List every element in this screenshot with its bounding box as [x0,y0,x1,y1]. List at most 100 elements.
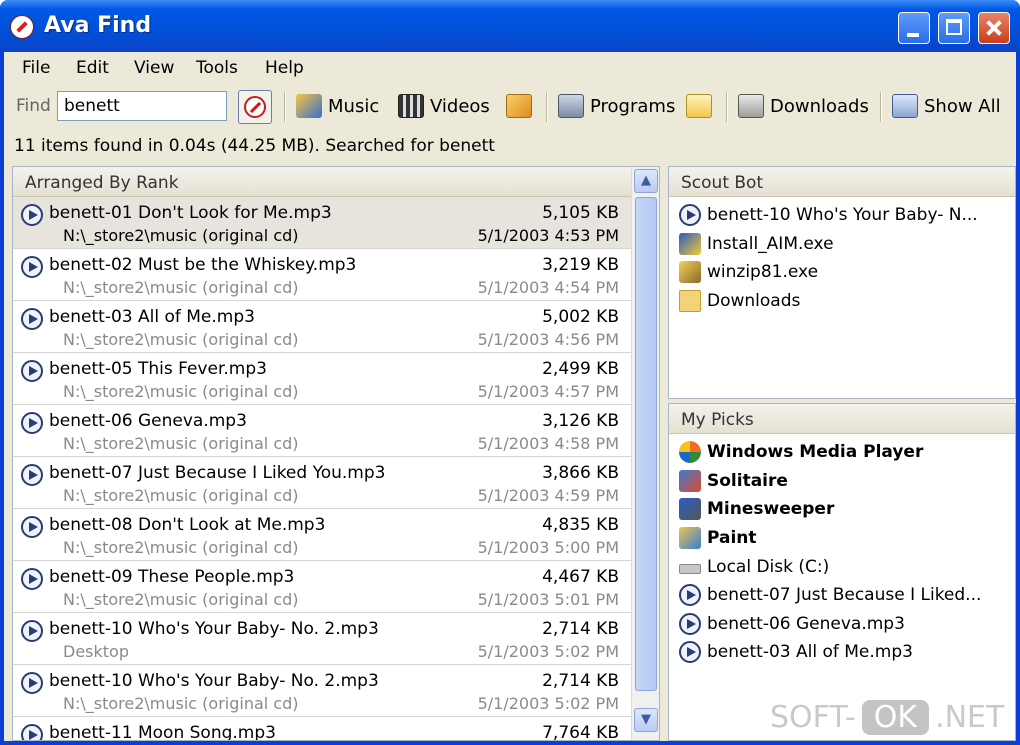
search-status: 11 items found in 0.04s (44.25 MB). Sear… [14,136,495,156]
table-row[interactable]: benett-03 All of Me.mp3 5,002 KB N:\_sto… [13,301,631,353]
find-label: Find [16,96,51,116]
file-path: N:\_store2\music (original cd) [63,538,299,557]
list-item[interactable]: Paint [669,524,1015,553]
file-path: N:\_store2\music (original cd) [63,330,299,349]
list-item[interactable]: benett-06 Geneva.mp3 [669,610,1015,639]
file-date: 5/1/2003 5:02 PM [477,642,619,661]
window-title: Ava Find [44,13,152,38]
file-size: 3,126 KB [542,411,619,431]
my-picks-list: Windows Media Player Solitaire Minesweep… [669,438,1015,667]
close-button[interactable] [978,12,1010,44]
menu-view[interactable]: View [134,58,174,78]
file-size: 3,866 KB [542,463,619,483]
table-row[interactable]: benett-11 Moon Song.mp3 7,764 KB [13,717,631,741]
list-item-label: winzip81.exe [707,262,819,283]
my-picks-header: My Picks [669,404,1015,434]
file-name: benett-07 Just Because I Liked You.mp3 [49,463,386,483]
list-item[interactable]: Local Disk (C:) [669,552,1015,581]
downloads-button[interactable]: Downloads [738,94,869,118]
table-row[interactable]: benett-07 Just Because I Liked You.mp3 3… [13,457,631,509]
list-item[interactable]: benett-03 All of Me.mp3 [669,638,1015,667]
toolbar: Find Music Videos Programs [4,84,1016,128]
menu-edit[interactable]: Edit [76,58,109,78]
winzip-icon [679,261,701,284]
file-path: N:\_store2\music (original cd) [63,382,299,401]
paint-icon [679,527,701,550]
list-item[interactable]: winzip81.exe [669,258,1015,287]
images-icon [506,94,532,118]
media-file-icon [21,672,43,694]
file-size: 4,467 KB [542,567,619,587]
file-size: 2,499 KB [542,359,619,379]
list-item-label: Minesweeper [707,499,835,520]
watermark-right: .NET [935,700,1005,735]
music-button[interactable]: Music [296,94,379,118]
app-window: Ava Find File Edit View Tools Help Find … [0,0,1020,745]
scroll-thumb[interactable] [635,197,657,691]
list-item-label: benett-10 Who's Your Baby- N... [707,205,978,226]
list-item[interactable]: Minesweeper [669,495,1015,524]
file-name: benett-02 Must be the Whiskey.mp3 [49,255,357,275]
images-button[interactable] [506,94,538,118]
table-row[interactable]: benett-05 This Fever.mp3 2,499 KB N:\_st… [13,353,631,405]
menu-tools[interactable]: Tools [196,58,238,78]
folder-icon [679,290,701,313]
watermark-ok: OK [861,700,930,735]
file-path: N:\_store2\music (original cd) [63,694,299,713]
file-date: 5/1/2003 5:00 PM [477,538,619,557]
media-file-icon [21,308,43,330]
watermark: SOFT- OK .NET [770,700,1004,735]
documents-icon [686,94,712,118]
file-size: 4,835 KB [542,515,619,535]
scroll-up-icon[interactable]: ▲ [634,169,658,193]
music-icon [296,94,322,118]
table-row[interactable]: benett-08 Don't Look at Me.mp3 4,835 KB … [13,509,631,561]
installer-icon [679,232,701,255]
minimize-button[interactable] [898,12,930,44]
list-item-label: Downloads [707,291,801,312]
documents-button[interactable] [686,94,718,118]
search-input[interactable] [57,91,227,121]
list-item[interactable]: Windows Media Player [669,438,1015,467]
list-item[interactable]: Install_AIM.exe [669,230,1015,259]
table-row[interactable]: benett-02 Must be the Whiskey.mp3 3,219 … [13,249,631,301]
table-row[interactable]: benett-06 Geneva.mp3 3,126 KB N:\_store2… [13,405,631,457]
search-go-button[interactable] [238,90,272,124]
table-row[interactable]: benett-10 Who's Your Baby- No. 2.mp3 2,7… [13,665,631,717]
videos-icon [398,94,424,118]
menu-help[interactable]: Help [265,58,304,78]
list-item[interactable]: benett-10 Who's Your Baby- N... [669,201,1015,230]
windows-media-player-icon [679,441,701,464]
scroll-down-icon[interactable]: ▼ [634,708,658,732]
file-path: N:\_store2\music (original cd) [63,486,299,505]
media-file-icon [21,256,43,278]
file-date: 5/1/2003 4:58 PM [477,434,619,453]
list-item[interactable]: Downloads [669,287,1015,316]
table-row[interactable]: benett-09 These People.mp3 4,467 KB N:\_… [13,561,631,613]
media-file-icon [21,204,43,226]
minimize-icon [907,33,919,37]
show-all-button[interactable]: Show All [892,94,1001,118]
table-row[interactable]: benett-01 Don't Look for Me.mp3 5,105 KB… [13,197,631,249]
toolbar-separator [284,92,286,122]
list-item-label: Solitaire [707,470,788,491]
show-all-icon [892,94,918,118]
file-name: benett-09 These People.mp3 [49,567,295,587]
menu-file[interactable]: File [22,58,50,78]
videos-button[interactable]: Videos [398,94,490,118]
list-item[interactable]: benett-07 Just Because I Liked... [669,581,1015,610]
maximize-button[interactable] [938,12,970,44]
results-scrollbar[interactable]: ▲ ▼ [631,167,659,740]
media-file-icon [679,612,701,635]
programs-button[interactable]: Programs [558,94,675,118]
ava-find-app-icon[interactable] [10,15,34,39]
file-name: benett-08 Don't Look at Me.mp3 [49,515,326,535]
media-file-icon [21,412,43,434]
list-item[interactable]: Solitaire [669,467,1015,496]
table-row[interactable]: benett-10 Who's Your Baby- No. 2.mp3 2,7… [13,613,631,665]
file-name: benett-11 Moon Song.mp3 [49,723,276,741]
results-pane: Arranged By Rank benett-01 Don't Look fo… [12,166,660,741]
results-header[interactable]: Arranged By Rank [13,167,631,197]
title-bar[interactable]: Ava Find [0,0,1020,52]
file-path: N:\_store2\music (original cd) [63,278,299,297]
